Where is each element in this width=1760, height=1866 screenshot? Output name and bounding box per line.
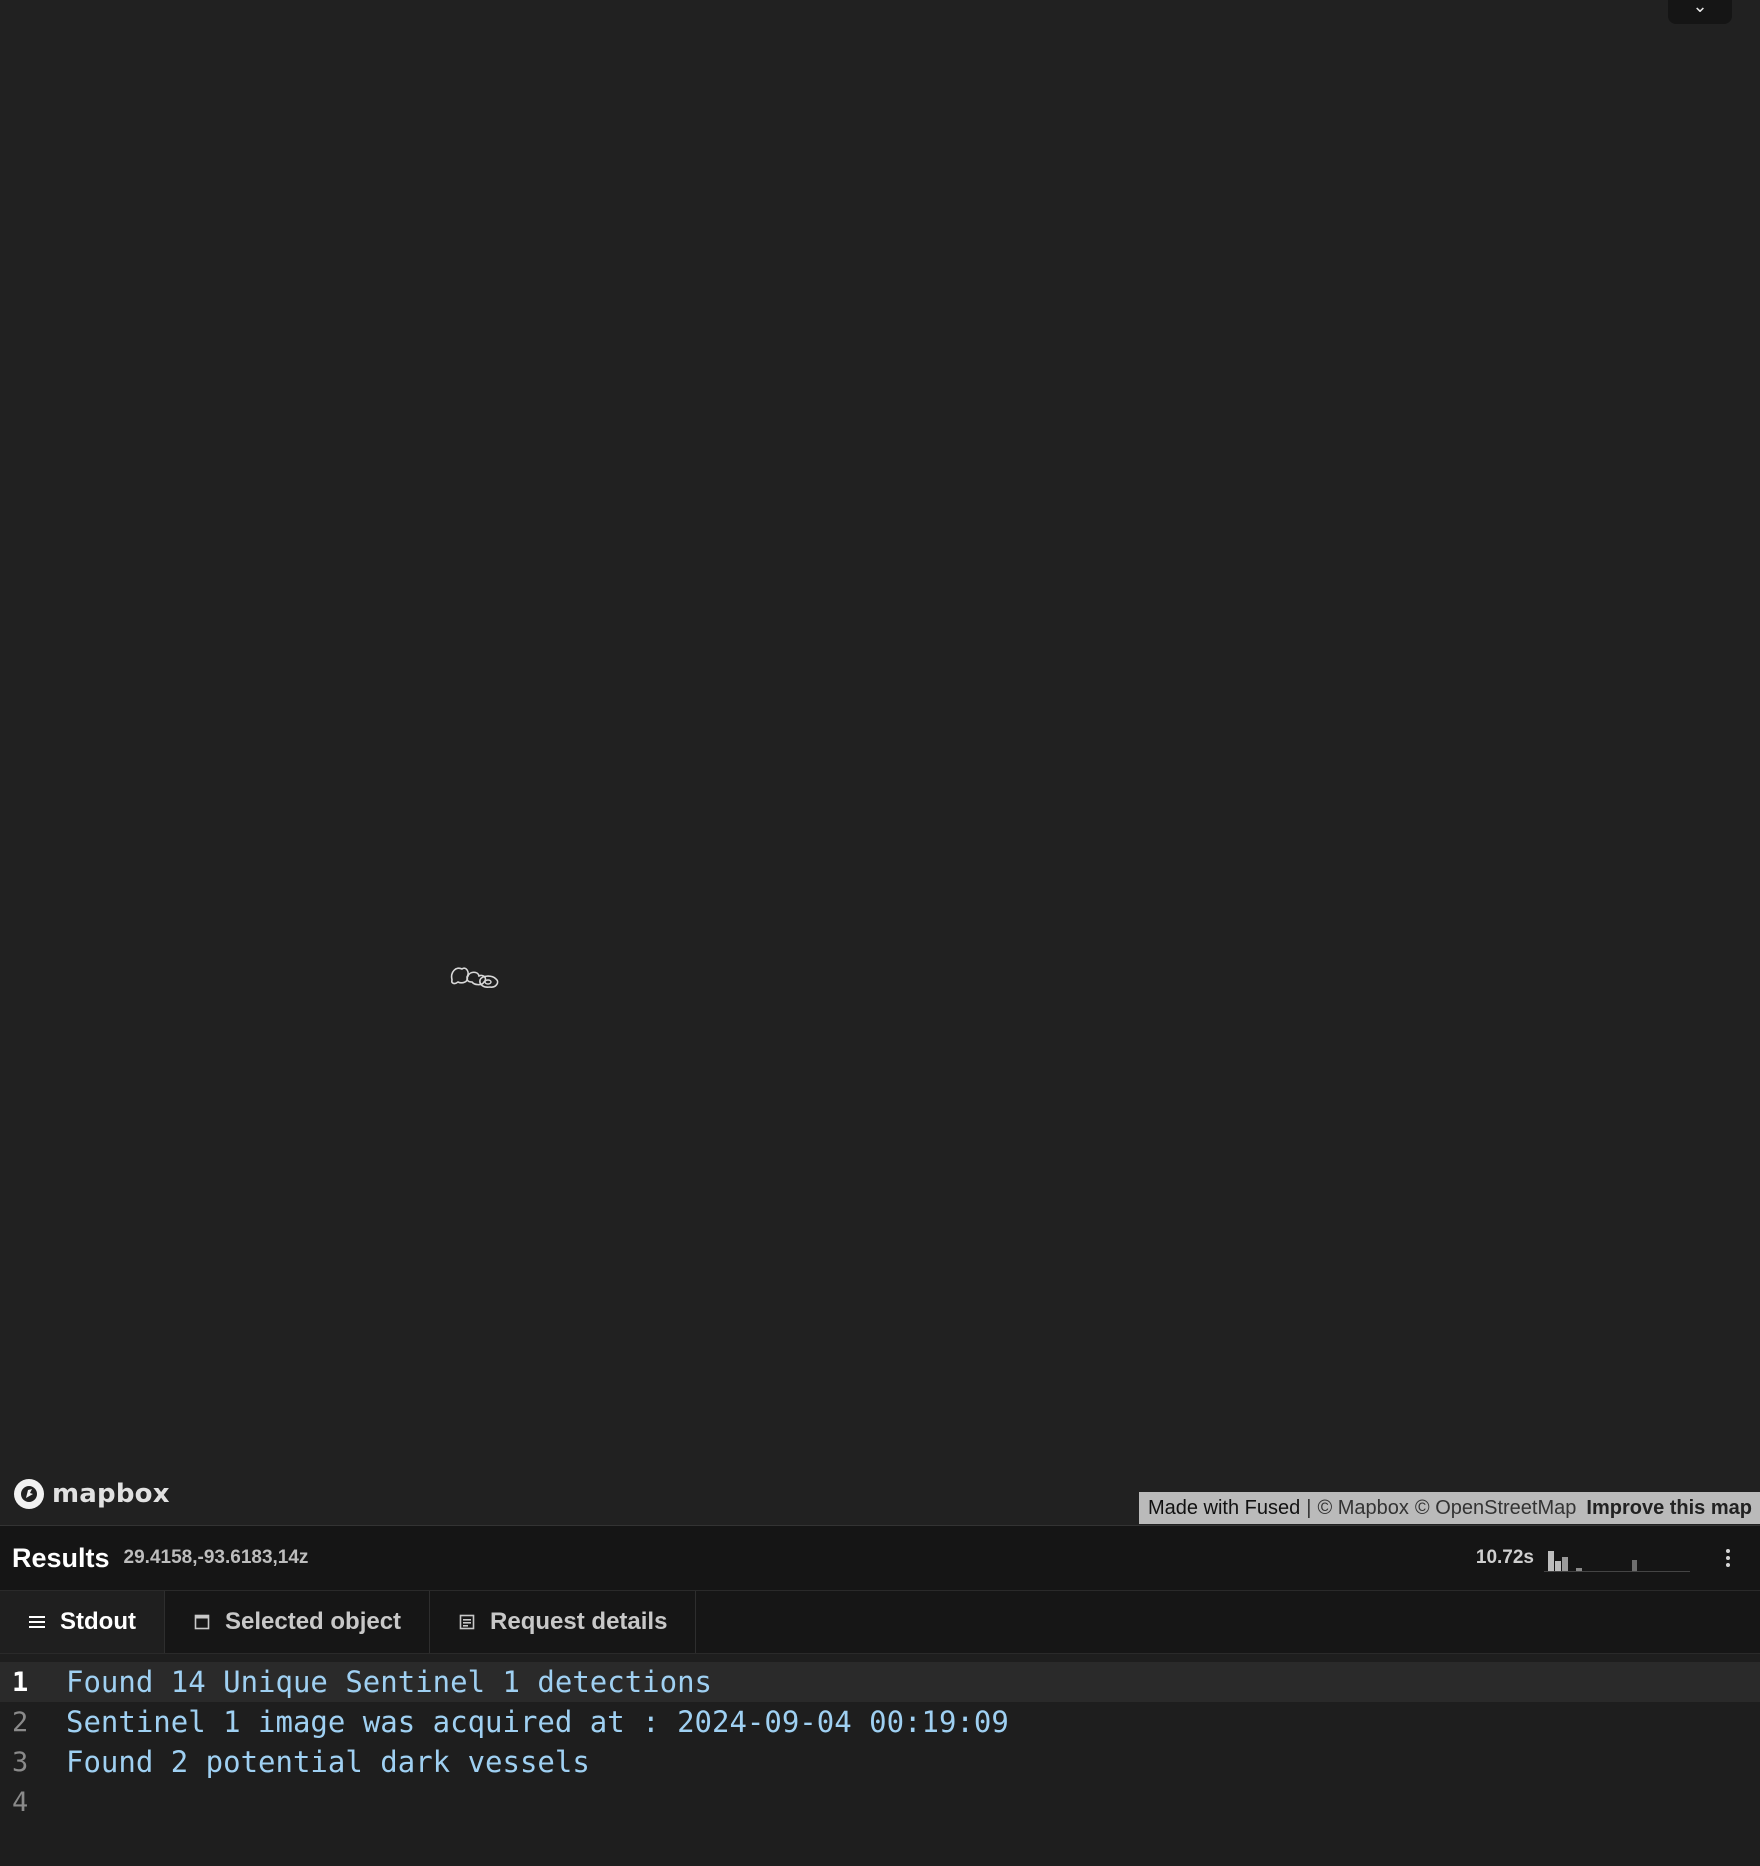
console-line: 3 Found 2 potential dark vessels xyxy=(0,1742,1760,1782)
collapse-button[interactable]: ⌄ xyxy=(1668,0,1732,24)
line-number: 4 xyxy=(12,1786,29,1818)
results-tabs: Stdout Selected object Request details xyxy=(0,1590,1760,1654)
improve-map-link[interactable]: Improve this map xyxy=(1586,1497,1752,1520)
map-canvas[interactable]: ⌄ mapbox Made with Fused | © Mapbox © Op… xyxy=(0,0,1760,1525)
execution-time: 10.72s xyxy=(1475,1547,1534,1568)
line-number: 3 xyxy=(12,1746,29,1778)
line-text: Found 2 potential dark vessels xyxy=(66,1745,590,1779)
mapbox-logo[interactable]: mapbox xyxy=(12,1477,170,1511)
tab-label: Selected object xyxy=(224,1608,402,1635)
list-icon xyxy=(28,1613,46,1631)
tab-selected-object[interactable]: Selected object xyxy=(165,1591,431,1653)
line-number: 2 xyxy=(12,1706,29,1738)
mapbox-icon xyxy=(14,1479,44,1509)
mapbox-copyright-link[interactable]: © Mapbox xyxy=(1317,1497,1408,1520)
console-line: 1 Found 14 Unique Sentinel 1 detections xyxy=(0,1662,1760,1702)
detection-outlines[interactable] xyxy=(448,960,504,994)
square-icon xyxy=(193,1613,211,1631)
osm-copyright-link[interactable]: © OpenStreetMap xyxy=(1415,1497,1576,1520)
line-text: Found 14 Unique Sentinel 1 detections xyxy=(66,1665,713,1699)
results-header: Results 29.4158,-93.6183,14z 10.72s xyxy=(0,1526,1760,1590)
results-panel: Results 29.4158,-93.6183,14z 10.72s Stdo… xyxy=(0,1525,1760,1866)
tab-label: Stdout xyxy=(60,1608,136,1635)
made-with-fused-link[interactable]: Made with Fused xyxy=(1148,1497,1300,1520)
map-coordinates: 29.4158,-93.6183,14z xyxy=(123,1547,309,1568)
tab-request-details[interactable]: Request details xyxy=(430,1591,697,1653)
timing-histogram[interactable] xyxy=(1544,1543,1690,1573)
console-line: 4 xyxy=(0,1782,1760,1822)
line-text: Sentinel 1 image was acquired at : 2024-… xyxy=(66,1705,1009,1739)
tab-label: Request details xyxy=(490,1608,668,1635)
console-line: 2 Sentinel 1 image was acquired at : 202… xyxy=(0,1702,1760,1742)
stdout-console[interactable]: 1 Found 14 Unique Sentinel 1 detections … xyxy=(0,1654,1760,1822)
more-options-icon[interactable] xyxy=(1718,1543,1738,1573)
chevron-down-icon: ⌄ xyxy=(1692,0,1708,16)
grid-icon xyxy=(458,1613,476,1631)
results-header-actions: 10.72s xyxy=(1476,1526,1738,1590)
app-root: ⌄ mapbox Made with Fused | © Mapbox © Op… xyxy=(0,0,1760,1866)
results-title: Results xyxy=(12,1542,110,1573)
mapbox-wordmark: mapbox xyxy=(52,1479,170,1509)
map-attribution: Made with Fused | © Mapbox © OpenStreetM… xyxy=(1138,1492,1760,1524)
attribution-separator: | xyxy=(1306,1496,1312,1519)
line-number: 1 xyxy=(12,1666,29,1698)
tab-stdout[interactable]: Stdout xyxy=(0,1591,165,1653)
